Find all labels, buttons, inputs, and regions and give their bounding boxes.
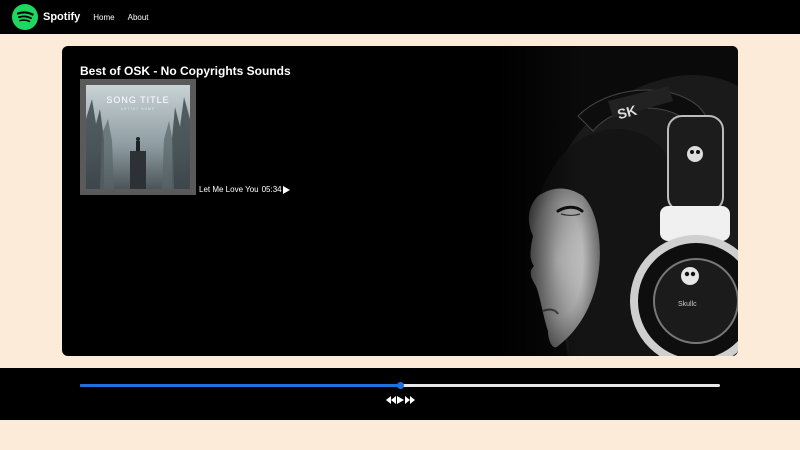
- play-icon[interactable]: [282, 186, 290, 194]
- nav-link-home[interactable]: Home: [93, 13, 114, 22]
- logo[interactable]: Spotify: [12, 4, 80, 30]
- navbar: Spotify Home About: [0, 0, 800, 34]
- playlist-title: Best of OSK - No Copyrights Sounds: [80, 64, 291, 78]
- song-item[interactable]: SONG TITLE ARTIST NAME Let Me Love You 0…: [80, 79, 290, 195]
- progress-thumb[interactable]: [397, 382, 404, 389]
- song-cover-image: SONG TITLE ARTIST NAME: [80, 79, 196, 195]
- brand-name: Spotify: [43, 11, 81, 23]
- player-bar: [0, 368, 800, 420]
- cover-title: SONG TITLE: [106, 95, 169, 105]
- play-pause-icon[interactable]: [396, 396, 404, 404]
- previous-icon[interactable]: [385, 396, 396, 404]
- song-duration: 05:34: [261, 185, 282, 194]
- progress-slider[interactable]: [80, 382, 720, 389]
- song-name: Let Me Love You: [199, 185, 259, 194]
- banner-image: SK Skullc: [498, 46, 738, 356]
- cover-artist: ARTIST NAME: [121, 107, 155, 111]
- playlist-container: SK Skullc Best of OSK - No Copyrights So…: [62, 46, 738, 356]
- next-icon[interactable]: [404, 396, 415, 404]
- nav-link-about[interactable]: About: [128, 13, 149, 22]
- spotify-logo-icon: [12, 4, 38, 30]
- progress-fill: [80, 384, 400, 387]
- player-controls: [0, 396, 800, 404]
